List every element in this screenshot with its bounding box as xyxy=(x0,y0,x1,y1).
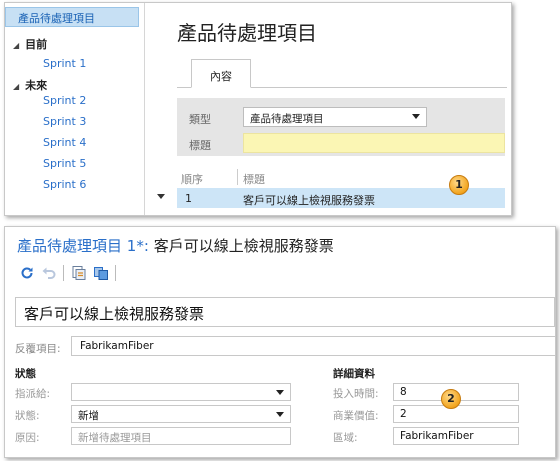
type-select[interactable]: 產品待處理項目 xyxy=(243,107,427,127)
column-header-order[interactable]: 順序 xyxy=(181,171,203,187)
row-title: 客戶可以線上檢視服務發票 xyxy=(243,194,375,207)
area-field[interactable]: FabrikamFiber xyxy=(393,427,519,445)
assigned-to-select[interactable] xyxy=(71,383,291,401)
state-label: 狀態: xyxy=(15,410,40,422)
iteration-label: 反覆項目: xyxy=(15,343,61,355)
title-input[interactable] xyxy=(243,133,505,153)
dropdown-arrow-icon[interactable] xyxy=(276,390,284,395)
refresh-icon[interactable] xyxy=(19,265,35,281)
title-label: 標題 xyxy=(189,139,211,152)
column-header-title[interactable]: 標題 xyxy=(243,171,265,187)
dropdown-arrow-icon[interactable] xyxy=(276,412,284,417)
work-item-title: 客戶可以線上檢視服務發票 xyxy=(153,237,334,255)
callout-badge: 2 xyxy=(441,389,461,409)
title-field[interactable]: 客戶可以線上檢視服務發票 xyxy=(15,297,555,327)
backlog-sidebar: 產品待處理項目 ◢ 目前 Sprint 1 ◢ 未來 Sprint 2 Sprint… xyxy=(5,3,145,215)
row-order: 1 xyxy=(185,192,192,205)
effort-label: 投入時間: xyxy=(333,388,379,400)
sidebar-item-sprint-6[interactable]: Sprint 6 xyxy=(43,178,86,191)
iteration-field[interactable]: FabrikamFiber xyxy=(71,336,555,356)
page-title: 產品待處理項目 xyxy=(177,21,317,45)
work-item-type: 產品待處理項目 xyxy=(17,237,123,255)
business-value-field[interactable]: 2 xyxy=(393,405,519,423)
undo-icon[interactable] xyxy=(41,265,57,281)
state-select[interactable]: 新增 xyxy=(71,405,291,423)
backlog-window: 產品待處理項目 ◢ 目前 Sprint 1 ◢ 未來 Sprint 2 Sprint… xyxy=(4,2,512,216)
tab-label: 內容 xyxy=(210,70,232,83)
sidebar-group-future[interactable]: ◢ 未來 xyxy=(13,77,47,93)
sidebar-item-sprint-4[interactable]: Sprint 4 xyxy=(43,136,86,149)
work-item-window: 產品待處理項目 1*: 客戶可以線上檢視服務發票 客戶可以線上檢視服務發票 反覆… xyxy=(4,226,556,458)
sidebar-item-sprint-2[interactable]: Sprint 2 xyxy=(43,94,86,107)
tab-content[interactable]: 內容 xyxy=(191,59,251,88)
sidebar-item-sprint-1[interactable]: Sprint 1 xyxy=(43,57,86,70)
expand-triangle-icon[interactable]: ◢ xyxy=(13,82,19,91)
copy-item-icon[interactable] xyxy=(93,265,109,281)
assigned-to-label: 指派給: xyxy=(15,388,51,400)
type-label: 類型 xyxy=(189,113,211,126)
callout-badge: 1 xyxy=(449,175,469,195)
reason-field[interactable]: 新增待處理項目 xyxy=(71,427,291,445)
toolbar-separator xyxy=(63,265,64,281)
sidebar-item-sprint-3[interactable]: Sprint 3 xyxy=(43,115,86,128)
state-value: 新增 xyxy=(78,410,99,422)
column-divider xyxy=(237,169,238,185)
area-label: 區域: xyxy=(333,432,358,444)
reason-label: 原因: xyxy=(15,432,40,444)
status-section-header: 狀態 xyxy=(15,368,36,380)
row-expand-icon[interactable] xyxy=(157,194,165,199)
quick-add-form: 類型 產品待處理項目 標題 xyxy=(177,98,505,156)
sidebar-item-product-backlog[interactable]: 產品待處理項目 xyxy=(5,7,139,27)
details-section-header: 詳細資料 xyxy=(333,368,375,380)
sidebar-item-label: 產品待處理項目 xyxy=(18,12,95,25)
sidebar-item-sprint-5[interactable]: Sprint 5 xyxy=(43,157,86,170)
type-select-value: 產品待處理項目 xyxy=(250,113,324,125)
sidebar-group-current[interactable]: ◢ 目前 xyxy=(13,36,47,52)
copy-template-icon[interactable] xyxy=(71,265,87,281)
work-item-header: 產品待處理項目 1*: 客戶可以線上檢視服務發票 xyxy=(17,235,334,256)
expand-triangle-icon[interactable]: ◢ xyxy=(13,41,19,50)
business-value-label: 商業價值: xyxy=(333,410,379,422)
toolbar-separator xyxy=(115,265,116,281)
work-item-id: 1*: xyxy=(126,237,149,255)
dropdown-arrow-icon[interactable] xyxy=(412,114,420,119)
